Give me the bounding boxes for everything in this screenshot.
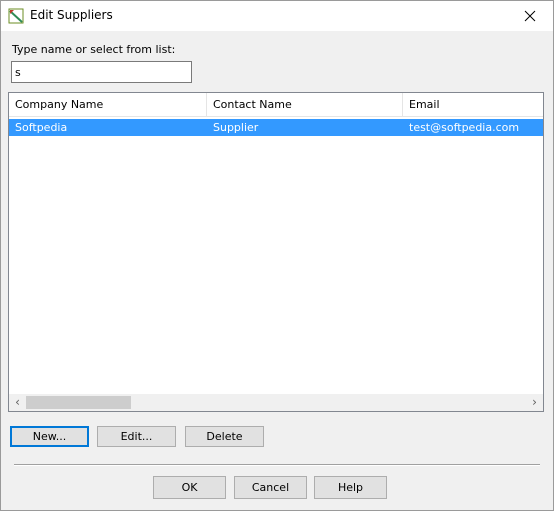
search-input[interactable] — [11, 61, 192, 83]
cell-email: test@softpedia.com — [409, 121, 520, 134]
ok-button[interactable]: OK — [153, 476, 226, 499]
window-title: Edit Suppliers — [30, 8, 113, 22]
suppliers-list[interactable]: Company Name Contact Name Email Softpedi… — [8, 92, 544, 412]
close-icon — [524, 10, 536, 22]
list-header: Company Name Contact Name Email — [9, 93, 543, 117]
chevron-right-icon[interactable]: › — [526, 394, 543, 411]
search-label: Type name or select from list: — [12, 43, 176, 56]
chevron-left-icon[interactable]: ‹ — [9, 394, 26, 411]
table-row[interactable]: Softpedia Supplier test@softpedia.com — [9, 119, 543, 136]
app-icon — [8, 8, 24, 24]
new-button[interactable]: New... — [10, 426, 89, 447]
edit-button[interactable]: Edit... — [97, 426, 176, 447]
column-header-contact[interactable]: Contact Name — [207, 93, 403, 117]
cancel-button[interactable]: Cancel — [234, 476, 307, 499]
cell-company: Softpedia — [15, 121, 68, 134]
title-bar: Edit Suppliers — [1, 1, 553, 31]
column-header-email[interactable]: Email — [403, 93, 543, 117]
edit-suppliers-dialog: Edit Suppliers Type name or select from … — [0, 0, 554, 511]
divider — [14, 464, 540, 466]
close-button[interactable] — [507, 1, 553, 31]
column-header-company[interactable]: Company Name — [9, 93, 207, 117]
delete-button[interactable]: Delete — [185, 426, 264, 447]
horizontal-scrollbar[interactable]: ‹ › — [9, 394, 543, 411]
cell-contact: Supplier — [213, 121, 259, 134]
help-button[interactable]: Help — [314, 476, 387, 499]
scrollbar-thumb[interactable] — [26, 396, 131, 409]
